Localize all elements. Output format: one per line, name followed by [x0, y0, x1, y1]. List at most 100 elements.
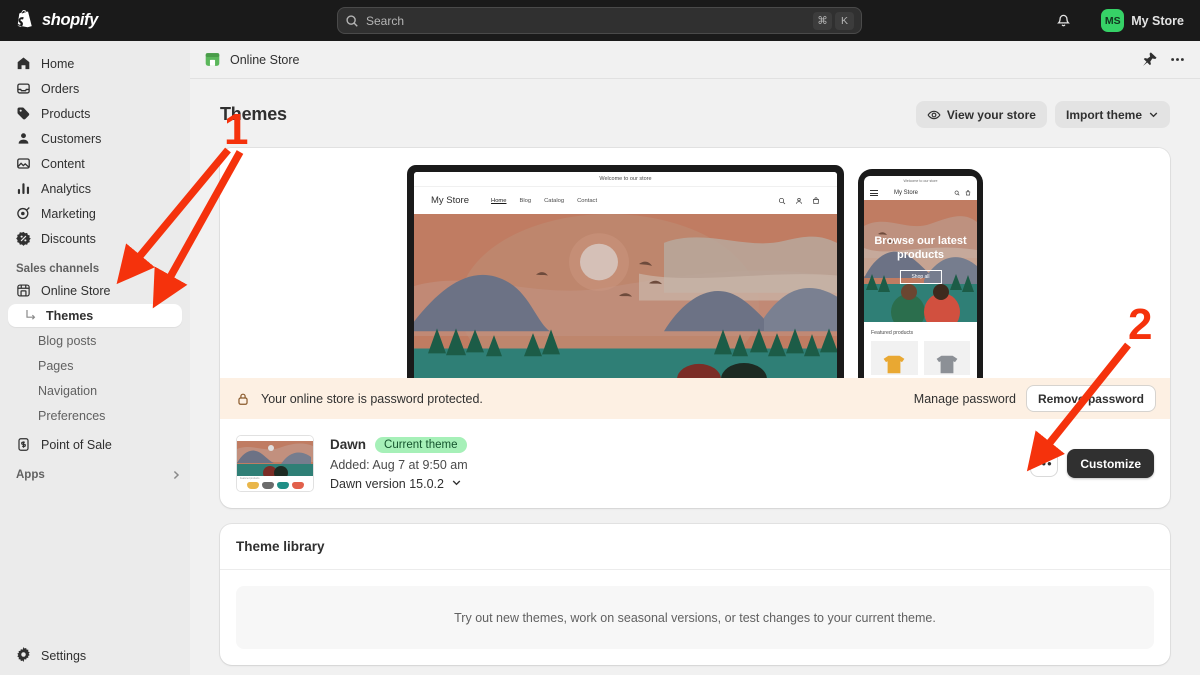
preview-nav-item: Home [491, 197, 507, 204]
product-thumb [871, 341, 918, 375]
sidebar-item-discounts[interactable]: Discounts [8, 227, 182, 250]
shopify-wordmark: shopify [42, 11, 98, 29]
sidebar-item-preferences[interactable]: Preferences [8, 404, 182, 427]
mobile-featured-label: Featured products [871, 330, 914, 336]
page-title: Themes [220, 104, 287, 124]
sidebar-item-label: Marketing [41, 206, 96, 221]
theme-added-date: Added: Aug 7 at 9:50 am [330, 457, 468, 472]
avatar: MS [1101, 9, 1125, 32]
preview-store-icons [778, 196, 820, 205]
sidebar-item-label: Themes [46, 308, 94, 323]
chevron-right-icon [170, 263, 182, 275]
sidebar-item-label: Point of Sale [41, 437, 112, 452]
search-icon [778, 197, 786, 204]
sidebar-item-themes[interactable]: Themes [8, 304, 182, 327]
remove-password-button[interactable]: Remove password [1025, 385, 1156, 412]
preview-store-nav: Home Blog Catalog Contact [491, 198, 597, 204]
theme-version-selector[interactable]: Dawn version 15.0.2 [330, 477, 468, 491]
top-bar: shopify Search ⌘ K MS My Store [0, 0, 1200, 41]
customize-button[interactable]: Customize [1067, 449, 1154, 478]
bell-icon[interactable] [1055, 12, 1072, 29]
sidebar-item-label: Online Store [41, 283, 111, 298]
preview-announcement-bar: Welcome to our store [414, 172, 837, 187]
lock-icon [236, 392, 250, 406]
import-theme-button[interactable]: Import theme [1054, 101, 1170, 128]
thumbnail-swatches [240, 482, 310, 489]
sidebar-item-label: Content [41, 156, 85, 171]
shopify-brand[interactable]: shopify [16, 10, 98, 31]
content-image-icon [16, 156, 31, 171]
person-icon [796, 197, 802, 204]
sidebar-item-home[interactable]: Home [8, 52, 182, 75]
thumbnail-hero [237, 441, 313, 476]
theme-more-actions-button[interactable]: ••• [1030, 450, 1059, 477]
apps-label: Apps [16, 469, 45, 481]
password-banner-message: Your online store is password protected. [261, 391, 483, 406]
swatch [246, 482, 259, 489]
manage-password-button[interactable]: Manage password [914, 392, 1016, 406]
sidebar-item-label: Blog posts [38, 333, 97, 348]
sidebar-item-analytics[interactable]: Analytics [8, 177, 182, 200]
theme-library-body: Try out new themes, work on seasonal ver… [220, 570, 1170, 665]
sidebar-item-customers[interactable]: Customers [8, 127, 182, 150]
chevron-down-icon [1148, 109, 1159, 120]
preview-store-name: My Store [431, 195, 470, 206]
preview-nav-item: Blog [519, 197, 532, 204]
search-kbd-mod: ⌘ [813, 11, 832, 30]
view-your-store-button[interactable]: View your store [915, 101, 1047, 128]
theme-details: Dawn Current theme Added: Aug 7 at 9:50 … [330, 436, 468, 491]
cart-icon [965, 190, 971, 196]
sidebar-item-marketing[interactable]: Marketing [8, 202, 182, 225]
sidebar-item-navigation[interactable]: Navigation [8, 379, 182, 402]
orders-inbox-icon [16, 81, 31, 96]
swatch [291, 482, 304, 489]
user-menu[interactable]: MS My Store [1101, 9, 1190, 32]
thumbnail-label: Featured products [240, 477, 260, 480]
sidebar-item-label: Pages [38, 358, 74, 373]
sales-channels-header[interactable]: Sales channels [16, 263, 182, 275]
eye-icon [927, 108, 941, 122]
page-header: Themes View your store Import theme [220, 99, 1170, 130]
desktop-preview-screen: Welcome to our store My Store Home Blog … [414, 172, 837, 378]
status-badge: Current theme [375, 436, 467, 453]
mobile-announcement-bar: Welcome to our store [903, 179, 938, 183]
desktop-preview-frame: Welcome to our store My Store Home Blog … [407, 165, 844, 378]
sidebar-item-pages[interactable]: Pages [8, 354, 182, 377]
preview-nav-item: Contact [577, 197, 598, 204]
swatch [261, 482, 274, 489]
sidebar-item-settings[interactable]: Settings [8, 644, 182, 667]
sidebar-item-label: Preferences [38, 408, 106, 423]
theme-thumbnail: Featured products [236, 435, 314, 492]
mobile-store-name: My Store [894, 190, 919, 196]
sidebar-item-products[interactable]: Products [8, 102, 182, 125]
mobile-store-header: My Store [864, 186, 977, 200]
theme-library-card: Theme library Try out new themes, work o… [220, 524, 1170, 665]
sidebar-item-point-of-sale[interactable]: Point of Sale [8, 433, 182, 456]
current-theme-card: Welcome to our store My Store Home Blog … [220, 148, 1170, 508]
mobile-preview-screen: Welcome to our store My Store Browse our… [864, 176, 977, 378]
mobile-store-icons [954, 190, 971, 196]
search-icon [954, 190, 960, 196]
person-icon [16, 131, 31, 146]
mobile-hero-button: Shop all [899, 270, 942, 284]
breadcrumb: Online Store [190, 41, 1200, 79]
ellipsis-icon[interactable] [1169, 51, 1186, 68]
theme-row: Featured products Dawn Current theme Add… [220, 419, 1170, 508]
search-input[interactable]: Search ⌘ K [337, 7, 862, 34]
breadcrumb-label[interactable]: Online Store [230, 53, 299, 67]
gear-icon [16, 646, 31, 665]
theme-version-label: Dawn version 15.0.2 [330, 476, 444, 491]
sidebar-item-online-store[interactable]: Online Store [8, 279, 182, 302]
apps-header[interactable]: Apps [16, 469, 182, 481]
tag-icon [16, 106, 31, 121]
sidebar-item-blog-posts[interactable]: Blog posts [8, 329, 182, 352]
page-body: Themes View your store Import theme Welc… [190, 79, 1200, 665]
sidebar-item-label: Customers [41, 131, 102, 146]
cart-icon [813, 196, 819, 204]
sidebar-item-orders[interactable]: Orders [8, 77, 182, 100]
sidebar-item-content[interactable]: Content [8, 152, 182, 175]
sidebar-item-label: Analytics [41, 181, 92, 196]
sidebar-item-label: Discounts [41, 231, 96, 246]
pin-icon[interactable] [1140, 51, 1157, 68]
search-placeholder: Search [366, 13, 405, 28]
